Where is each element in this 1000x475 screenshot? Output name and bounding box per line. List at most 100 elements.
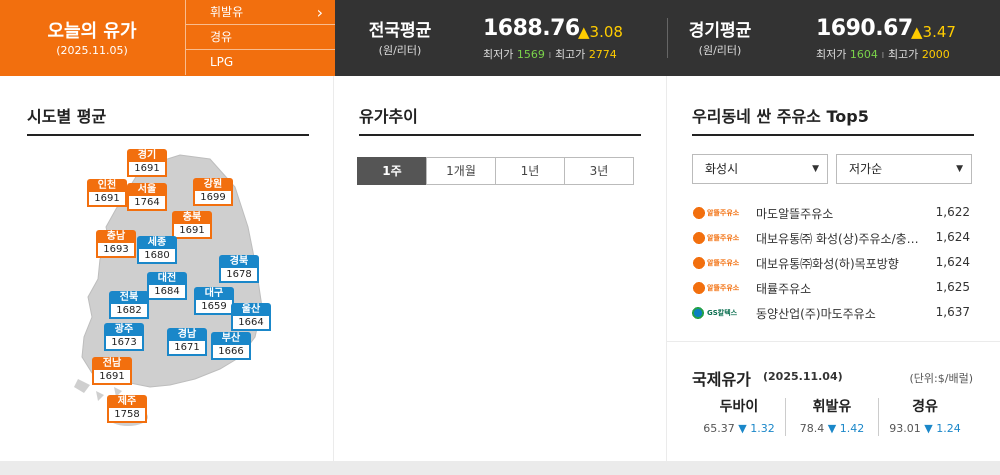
region-badge[interactable]: 대구 1659 (194, 287, 234, 315)
today-price-box: 오늘의 유가 (2025.11.05) (0, 0, 184, 76)
oil-diesel: 경유 93.01 ▼ 1.24 (879, 396, 971, 435)
region-value: 1693 (96, 243, 136, 258)
region-name: 강원 (193, 178, 233, 191)
region-badge[interactable]: 인천 1691 (87, 179, 127, 207)
oil-gasoline: 휘발유 78.4 ▼ 1.42 (786, 396, 878, 435)
chevron-right-icon: › (316, 3, 323, 22)
region-badge[interactable]: 경기 1691 (127, 149, 167, 177)
region-badge[interactable]: 경남 1671 (167, 328, 207, 356)
station-row[interactable]: GS칼텍스 동양산업(주)마도주유소 1,637 (692, 302, 972, 324)
intl-date: (2025.11.04) (763, 370, 843, 383)
region-value: 1680 (137, 249, 177, 264)
region-badge[interactable]: 경북 1678 (219, 255, 259, 283)
period-tabs: 1주 1개월 1년 3년 (357, 157, 634, 185)
region-badge[interactable]: 충북 1691 (172, 211, 212, 239)
region-name: 부산 (211, 332, 251, 345)
region-badge[interactable]: 충남 1693 (96, 230, 136, 258)
gyeonggi-price: 1690.67 (816, 16, 913, 41)
tab-gasoline[interactable]: 휘발유 › (185, 0, 335, 25)
station-row[interactable]: 알뜰주유소 대보유통㈜ 화성(상)주유소/충… 1,624 (692, 227, 972, 249)
station-price: 1,624 (935, 255, 970, 269)
gyeonggi-min: 1604 (849, 48, 878, 61)
tab-diesel-label: 경유 (210, 30, 233, 44)
region-badge[interactable]: 강원 1699 (193, 178, 233, 206)
station-row[interactable]: 알뜰주유소 마도알뜰주유소 1,622 (692, 202, 972, 224)
tab-gasoline-label: 휘발유 (210, 5, 244, 19)
region-value: 1764 (127, 196, 167, 211)
region-name: 울산 (231, 303, 271, 316)
tab-diesel[interactable]: 경유 (185, 25, 335, 50)
oil-change: ▼ 1.32 (738, 422, 775, 435)
region-name: 경기 (127, 149, 167, 162)
region-badge[interactable]: 전남 1691 (92, 357, 132, 385)
title-underline (359, 134, 641, 136)
region-name: 전북 (109, 291, 149, 304)
intl-title: 국제유가 (692, 370, 751, 389)
sort-select[interactable]: 저가순 ▼ (836, 154, 972, 184)
city-select-value: 화성시 (705, 162, 739, 176)
station-name: 대보유통㈜화성(하)목포방향 (756, 257, 899, 271)
oil-name: 휘발유 (812, 399, 852, 415)
region-badge[interactable]: 울산 1664 (231, 303, 271, 331)
top5-title: 우리동네 싼 주유소 Top5 (692, 107, 869, 126)
national-unit: (원/리터) (378, 44, 422, 57)
period-1week[interactable]: 1주 (357, 157, 427, 185)
region-value: 1691 (92, 370, 132, 385)
region-value: 1684 (147, 285, 187, 300)
region-value: 1659 (194, 300, 234, 315)
region-badge[interactable]: 대전 1684 (147, 272, 187, 300)
national-average: 전국평균 (원/리터) 1688.76 ▲3.08 최저가 1569 ı 최고가… (335, 0, 665, 76)
national-minmax: 최저가 1569 ı 최고가 2774 (483, 48, 617, 61)
region-value: 1664 (231, 316, 271, 331)
caret-down-icon: ▼ (956, 164, 963, 174)
region-badge[interactable]: 제주 1758 (107, 395, 147, 423)
region-name: 전남 (92, 357, 132, 370)
region-value: 1691 (87, 192, 127, 207)
sort-select-value: 저가순 (849, 162, 883, 176)
caret-down-icon: ▼ (812, 164, 819, 174)
gyeonggi-change: ▲3.47 (911, 23, 956, 41)
national-name: 전국평균 (368, 21, 432, 41)
national-price: 1688.76 (483, 16, 580, 41)
region-badge[interactable]: 세종 1680 (137, 236, 177, 264)
station-name: 동양산업(주)마도주유소 (756, 307, 876, 321)
trend-title: 유가추이 (359, 107, 418, 126)
alddle-logo: 알뜰주유소 (692, 280, 744, 296)
region-name: 충북 (172, 211, 212, 224)
national-min: 1569 (516, 48, 545, 61)
title-underline (692, 134, 974, 136)
national-min-label: 최저가 (483, 48, 514, 61)
station-row[interactable]: 알뜰주유소 태률주유소 1,625 (692, 277, 972, 299)
period-1year[interactable]: 1년 (495, 157, 565, 185)
region-badge[interactable]: 부산 1666 (211, 332, 251, 360)
region-badge[interactable]: 전북 1682 (109, 291, 149, 319)
station-price: 1,625 (935, 280, 970, 294)
today-date: (2025.11.05) (56, 44, 128, 57)
city-select[interactable]: 화성시 ▼ (692, 154, 828, 184)
region-value: 1691 (127, 162, 167, 177)
trend-panel: 유가추이 (334, 76, 666, 461)
region-name: 광주 (104, 323, 144, 336)
regional-title: 시도별 평균 (27, 107, 107, 126)
region-value: 1758 (107, 408, 147, 423)
region-value: 1673 (104, 336, 144, 351)
national-max-label: 최고가 (554, 48, 586, 61)
period-3year[interactable]: 3년 (564, 157, 634, 185)
gyeonggi-minmax: 최저가 1604 ı 최고가 2000 (816, 48, 950, 61)
oil-name: 두바이 (719, 399, 759, 415)
gyeonggi-max: 2000 (921, 48, 950, 61)
region-badge[interactable]: 광주 1673 (104, 323, 144, 351)
period-1month[interactable]: 1개월 (426, 157, 496, 185)
intl-unit: (단위:$/배럴) (909, 372, 973, 385)
tab-lpg-label: LPG (210, 55, 234, 69)
region-value: 1682 (109, 304, 149, 319)
region-name: 경북 (219, 255, 259, 268)
tab-lpg[interactable]: LPG (185, 50, 335, 75)
region-name: 서울 (127, 183, 167, 196)
region-value: 1666 (211, 345, 251, 360)
region-name: 충남 (96, 230, 136, 243)
station-row[interactable]: 알뜰주유소 대보유통㈜화성(하)목포방향 1,624 (692, 252, 972, 274)
station-name: 태률주유소 (756, 282, 812, 296)
region-badge[interactable]: 서울 1764 (127, 183, 167, 211)
alddle-logo: 알뜰주유소 (692, 255, 744, 271)
